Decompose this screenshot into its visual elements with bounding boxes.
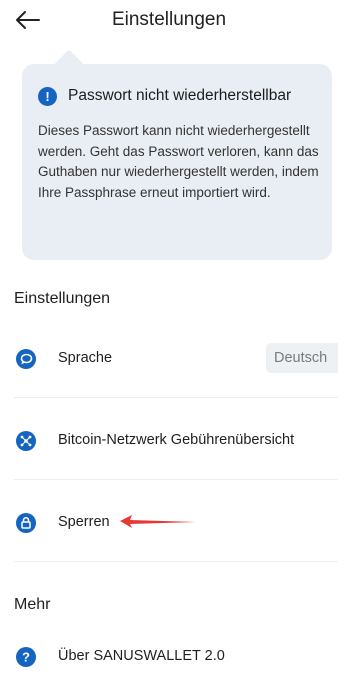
divider xyxy=(14,479,338,480)
exclamation-icon: ! xyxy=(38,87,57,106)
network-icon xyxy=(16,431,36,451)
divider xyxy=(14,397,338,398)
settings-row-language[interactable]: Sprache Deutsch xyxy=(0,340,338,376)
warning-text: Dieses Passwort kann nicht wiederhergest… xyxy=(38,123,319,200)
password-warning-callout: ! Passwort nicht wiederherstellbar Diese… xyxy=(22,64,332,260)
chat-bubble-icon xyxy=(16,349,36,369)
section-title-settings: Einstellungen xyxy=(14,290,111,307)
lock-label: Sperren xyxy=(58,514,110,530)
about-label: Über SANUSWALLET 2.0 xyxy=(58,648,225,664)
page-title: Einstellungen xyxy=(111,9,227,30)
app-header: Einstellungen xyxy=(0,0,338,44)
svg-text:?: ? xyxy=(22,650,30,665)
warning-title: Passwort nicht wiederherstellbar xyxy=(68,87,292,104)
section-title-more: Mehr xyxy=(14,596,51,613)
lock-icon xyxy=(16,513,36,533)
annotation-arrow-icon xyxy=(120,515,196,528)
settings-row-about[interactable]: ? Über SANUSWALLET 2.0 xyxy=(0,638,338,674)
fees-label: Bitcoin-Netzwerk Gebührenübersicht xyxy=(58,432,295,448)
divider xyxy=(14,561,338,562)
language-label: Sprache xyxy=(58,350,113,366)
language-value[interactable]: Deutsch xyxy=(266,343,338,373)
settings-row-fees[interactable]: Bitcoin-Netzwerk Gebührenübersicht xyxy=(0,422,338,458)
question-icon: ? xyxy=(16,647,36,667)
